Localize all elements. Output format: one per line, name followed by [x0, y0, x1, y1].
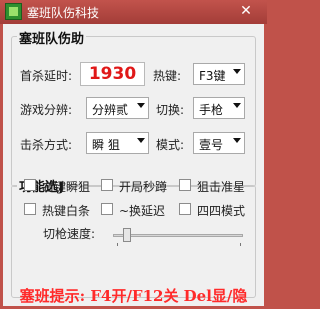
- switch-label: 切换:: [156, 103, 185, 117]
- chevron-down-icon: [137, 103, 145, 108]
- option-label: 狙击准星: [197, 180, 246, 194]
- chevron-down-icon: [233, 103, 241, 108]
- switch-select-value: 手枪: [199, 103, 224, 117]
- window-client: 塞班队伤助 首杀延时: 1930 热键: F3键 游戏分辨: 分辨贰 切换: 手…: [3, 24, 264, 306]
- resolution-select-value: 分辨贰: [92, 103, 129, 117]
- option-checkbox[interactable]: [101, 179, 113, 191]
- slider-tick: [117, 243, 118, 246]
- delay-input[interactable]: 1930: [80, 62, 145, 86]
- kill-mode-select[interactable]: 瞬 狙: [86, 132, 149, 154]
- option-checkbox[interactable]: [179, 179, 191, 191]
- chevron-down-icon: [233, 69, 241, 74]
- title-bar: 塞班队伤科技 ✕: [0, 0, 267, 24]
- speed-slider-handle[interactable]: [122, 228, 131, 242]
- option-label: 热键白条: [42, 204, 91, 218]
- option-label: 四四模式: [197, 204, 246, 218]
- footer-hint: 塞班提示: F4开/F12关 Del显/隐: [19, 287, 248, 305]
- hotkey-label: 热键:: [153, 69, 182, 83]
- hotkey-select[interactable]: F3键: [193, 63, 245, 85]
- close-button[interactable]: ✕: [233, 2, 259, 20]
- option-label: 开局秒蹲: [119, 180, 168, 194]
- option-checkbox[interactable]: [101, 203, 113, 215]
- close-icon: ✕: [240, 3, 252, 19]
- mode-label: 模式:: [156, 138, 185, 152]
- speed-label: 切枪速度:: [43, 227, 96, 241]
- chevron-down-icon: [137, 138, 145, 143]
- chevron-down-icon: [233, 138, 241, 143]
- resolution-select[interactable]: 分辨贰: [86, 97, 149, 119]
- option-checkbox[interactable]: [179, 203, 191, 215]
- resolution-label: 游戏分辨:: [20, 103, 73, 117]
- option-label: 右键瞬狙: [42, 180, 91, 194]
- speed-slider-track[interactable]: [113, 234, 243, 237]
- option-checkbox[interactable]: [24, 203, 36, 215]
- window-title: 塞班队伤科技: [27, 6, 100, 20]
- app-icon: [5, 3, 22, 20]
- mode-select-value: 壹号: [199, 138, 224, 152]
- slider-tick: [240, 243, 241, 246]
- option-label: ~换延迟: [119, 204, 166, 218]
- mode-select[interactable]: 壹号: [193, 132, 245, 154]
- delay-label: 首杀延时:: [20, 69, 73, 83]
- kill-mode-label: 击杀方式:: [20, 138, 73, 152]
- hotkey-select-value: F3键: [199, 69, 226, 83]
- switch-select[interactable]: 手枪: [193, 97, 245, 119]
- main-group-title: 塞班队伤助: [17, 28, 87, 47]
- option-checkbox[interactable]: [24, 179, 36, 191]
- kill-mode-select-value: 瞬 狙: [92, 138, 120, 152]
